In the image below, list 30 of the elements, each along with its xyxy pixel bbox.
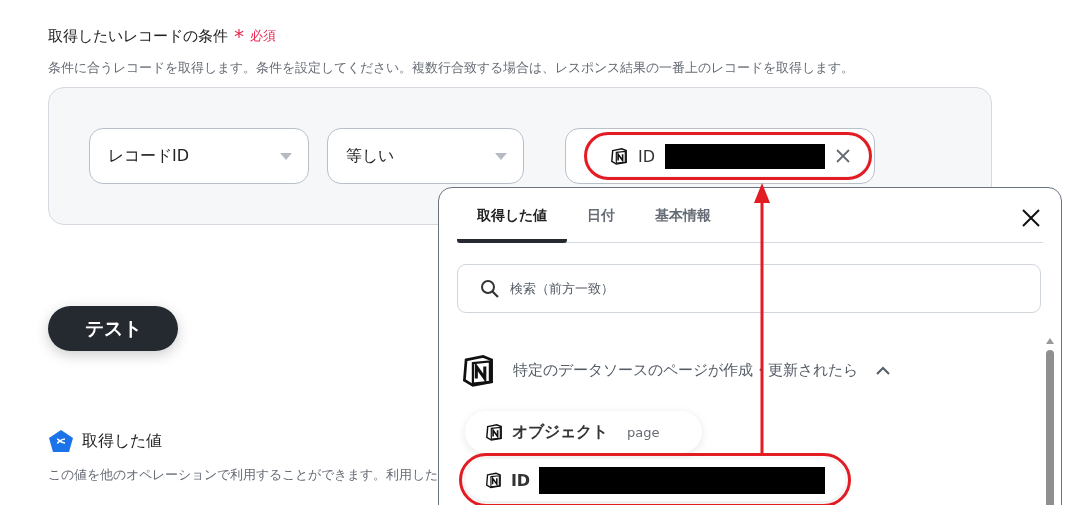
item-value: page <box>627 424 660 440</box>
field-select[interactable]: レコードID <box>89 128 309 184</box>
pentagon-icon <box>48 429 74 453</box>
value-field[interactable]: ID <box>565 128 875 184</box>
tab[interactable]: 取得した値 <box>457 207 567 243</box>
caret-icon <box>280 152 292 160</box>
value-item[interactable]: オブジェクト page <box>465 411 702 453</box>
required-label: 必須 <box>250 27 276 45</box>
caret-icon <box>495 152 507 160</box>
search-field[interactable]: 検索（前方一致） <box>457 264 1041 313</box>
tab[interactable]: 基本情報 <box>635 207 731 243</box>
chip-label: ID <box>638 146 656 166</box>
cube-logo-icon <box>485 471 502 489</box>
output-title: 取得した値 <box>82 430 162 452</box>
section-description: 条件に合うレコードを取得します。条件を設定してください。複数行合致する場合は、レスポンス結果の一番上のレコードを取得します。 <box>48 60 855 77</box>
operator-select[interactable]: 等しい <box>327 128 524 184</box>
chevron-icon[interactable] <box>876 365 890 375</box>
tab[interactable]: 日付 <box>567 207 635 243</box>
cube-logo-icon <box>610 147 628 165</box>
required-mark: * <box>234 26 244 46</box>
test-button[interactable]: テスト <box>48 306 178 351</box>
output-description: この値を他のオペレーションで利用することができます。利用した <box>48 467 438 484</box>
scrollbar[interactable] <box>1045 338 1055 505</box>
section-title: 取得したいレコードの条件 <box>48 26 228 46</box>
search-icon <box>480 278 500 299</box>
group-title: 特定のデータソースのページが作成・更新されたら <box>513 360 858 380</box>
remove-icon[interactable] <box>835 148 852 164</box>
close-icon[interactable] <box>1021 208 1041 228</box>
cube-logo-icon <box>461 353 495 387</box>
cube-logo-icon <box>485 423 503 441</box>
